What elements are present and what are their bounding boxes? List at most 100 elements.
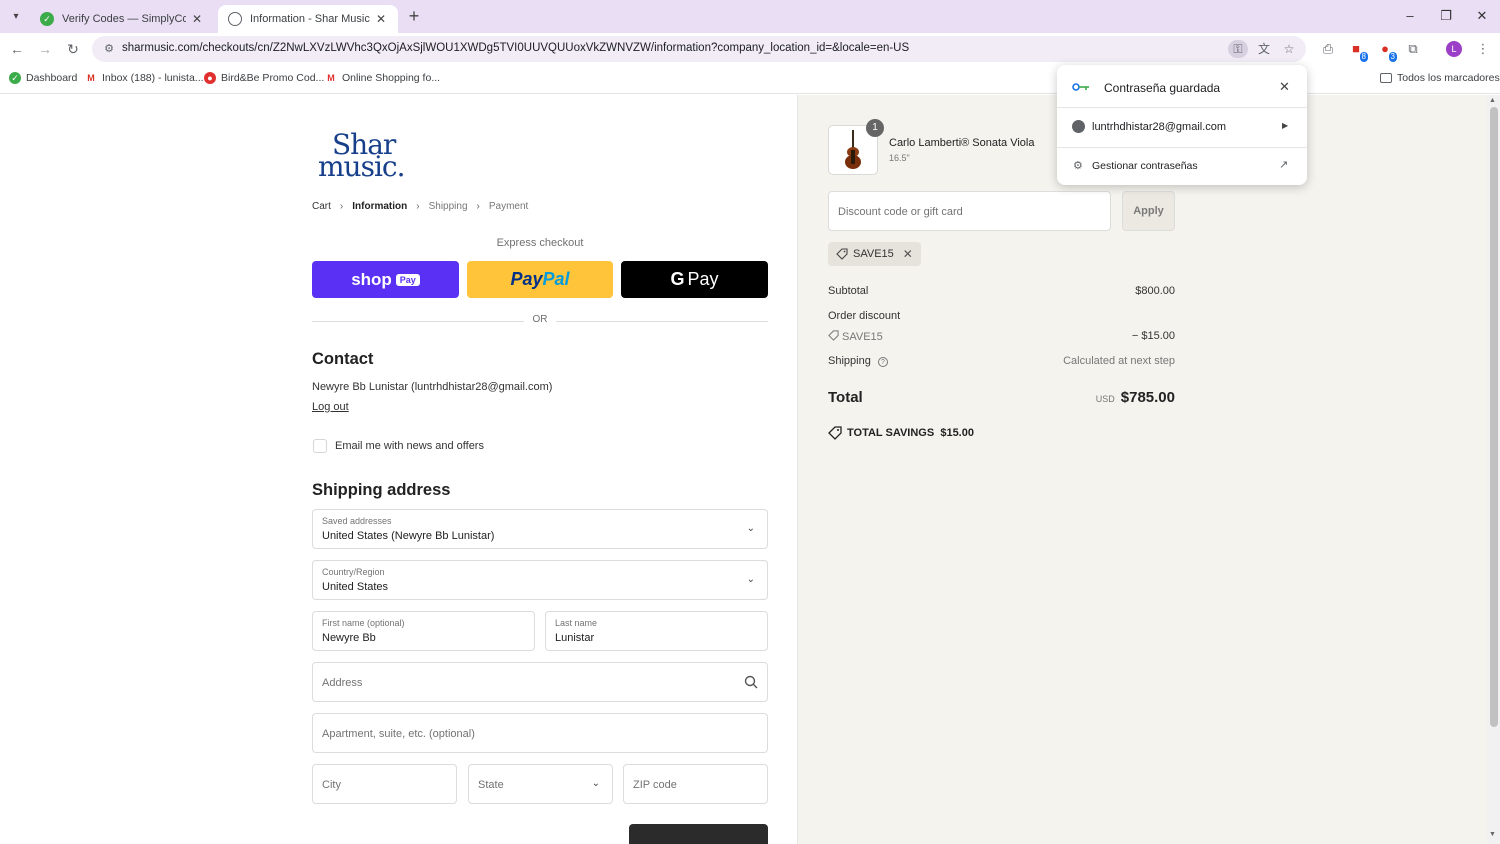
tab-strip: ▾ ✓ Verify Codes — SimplyCodes ✕ Informa… (0, 0, 1500, 33)
browser-toolbar: ← → ↻ ⚙ sharmusic.com/checkouts/cn/Z2NwL… (0, 33, 1500, 65)
last-name-field[interactable]: Last name Lunistar (545, 611, 768, 651)
remove-code-icon[interactable]: ✕ (903, 247, 913, 261)
newsletter-label[interactable]: Email me with news and offers (335, 440, 484, 452)
puzzle-extensions-icon[interactable]: ⧉ (1403, 39, 1423, 59)
external-link-icon[interactable]: ↗ (1279, 158, 1288, 171)
address-bar[interactable]: ⚙ sharmusic.com/checkouts/cn/Z2NwLXVzLWV… (92, 36, 1306, 62)
chevron-right-icon: › (339, 201, 344, 212)
bookmark-birdbe[interactable]: ● Bird&Be Promo Cod... (204, 72, 324, 84)
google-g-icon: G (670, 269, 685, 289)
google-pay-button[interactable]: G Pay (621, 261, 768, 298)
printer-extension-icon[interactable]: ⎙ (1318, 39, 1338, 59)
tab-title: Verify Codes — SimplyCodes (62, 13, 186, 25)
tag-icon (836, 248, 848, 260)
bookmark-label: Bird&Be Promo Cod... (221, 72, 325, 84)
newsletter-checkbox[interactable] (313, 439, 327, 453)
country-select[interactable]: Country/Region United States ⌄ (312, 560, 768, 600)
bookmark-inbox[interactable]: M Inbox (188) - lunista... (85, 72, 204, 84)
password-key-icon[interactable]: ⚿ (1228, 40, 1248, 58)
shipping-label: Shipping (828, 355, 871, 367)
first-name-value: Newyre Bb (322, 632, 376, 644)
back-arrow-icon[interactable]: ← (7, 39, 27, 59)
total-value: $785.00 (1120, 389, 1175, 406)
paypal-pay-text: Pay (510, 269, 543, 289)
product-name: Carlo Lamberti® Sonata Viola (889, 137, 1035, 149)
tab-close-icon[interactable]: ✕ (190, 12, 204, 26)
apartment-placeholder: Apartment, suite, etc. (optional) (322, 728, 475, 740)
tab-verify-codes[interactable]: ✓ Verify Codes — SimplyCodes ✕ (30, 5, 214, 33)
globe-icon (1072, 120, 1085, 133)
breadcrumb-cart[interactable]: Cart (312, 201, 331, 212)
subtotal-value: $800.00 (1135, 285, 1175, 297)
discount-value: − $15.00 (1131, 330, 1175, 342)
scroll-up-arrow-icon[interactable]: ▲ (1489, 97, 1496, 104)
red-extension-icon[interactable]: ■ 8 (1346, 39, 1368, 62)
key-icon (1072, 83, 1089, 91)
address-field[interactable]: Address (312, 662, 768, 702)
total-row: Total USD $785.00 (828, 389, 1175, 406)
bookmark-online-shopping[interactable]: M Online Shopping fo... (325, 72, 440, 84)
restore-icon[interactable]: ❐ (1431, 6, 1461, 26)
first-name-field[interactable]: First name (optional) Newyre Bb (312, 611, 535, 651)
bookmark-star-icon[interactable]: ☆ (1279, 40, 1299, 58)
tag-icon (828, 426, 842, 440)
shop-pay-button[interactable]: shop Pay (312, 261, 459, 298)
city-field[interactable]: City (312, 764, 457, 804)
kebab-menu-icon[interactable]: ⋮ (1473, 39, 1493, 59)
new-tab-plus-icon[interactable]: + (404, 6, 424, 26)
shar-music-logo[interactable]: Shar music. (318, 131, 428, 181)
continue-to-shipping-button[interactable] (629, 824, 768, 844)
tab-search-chevron-icon[interactable]: ▾ (6, 7, 26, 25)
tab-shar-music[interactable]: Information - Shar Music - Che ✕ (218, 5, 398, 33)
translate-icon[interactable]: 文 (1254, 40, 1274, 58)
chevron-right-icon[interactable]: ▶ (1282, 121, 1288, 130)
help-circle-icon[interactable]: ? (877, 357, 888, 367)
checkout-page: Shar music. Cart › Information › Shippin… (0, 95, 1487, 844)
saved-addresses-select[interactable]: Saved addresses United States (Newyre Bb… (312, 509, 768, 549)
search-icon (744, 675, 758, 689)
tab-close-icon[interactable]: ✕ (374, 12, 388, 26)
zip-field[interactable]: ZIP code (623, 764, 768, 804)
chevron-down-icon: ⌄ (591, 778, 600, 789)
or-text: OR (524, 314, 556, 325)
contact-heading: Contact (312, 350, 374, 368)
forward-arrow-icon[interactable]: → (35, 39, 55, 59)
simplycodes-extension-icon[interactable]: ● 3 (1375, 39, 1397, 62)
shop-pay-pill: Pay (395, 273, 420, 286)
country-label: Country/Region (322, 567, 385, 577)
apartment-field[interactable]: Apartment, suite, etc. (optional) (312, 713, 768, 753)
total-savings: TOTAL SAVINGS $15.00 (828, 426, 974, 440)
manage-passwords-link[interactable]: Gestionar contraseñas (1092, 160, 1198, 172)
breadcrumb: Cart › Information › Shipping › Payment (312, 201, 528, 212)
simplycodes-favicon-icon: ✓ (40, 12, 54, 26)
saved-account[interactable]: luntrhdhistar28@gmail.com (1092, 121, 1226, 133)
reload-icon[interactable]: ↻ (63, 39, 83, 59)
chevron-down-icon: ⌄ (746, 523, 755, 534)
discount-code-input[interactable]: Discount code or gift card (828, 191, 1111, 231)
site-info-icon[interactable]: ⚙ (102, 42, 116, 56)
scroll-down-arrow-icon[interactable]: ▼ (1489, 831, 1496, 838)
savings-value: $15.00 (940, 427, 974, 439)
popup-close-icon[interactable]: ✕ (1279, 79, 1290, 95)
address-placeholder: Address (322, 677, 363, 689)
chevron-right-icon: › (476, 201, 480, 212)
minimize-icon[interactable]: – (1395, 6, 1425, 26)
extension-badge: 3 (1388, 52, 1397, 62)
close-window-icon[interactable]: ✕ (1467, 6, 1497, 26)
logout-link[interactable]: Log out (312, 401, 349, 413)
zip-placeholder: ZIP code (633, 779, 677, 791)
saved-password-popup: Contraseña guardada ✕ luntrhdhistar28@gm… (1057, 65, 1307, 185)
bookmark-dashboard[interactable]: ✓ Dashboard (9, 72, 77, 84)
all-bookmarks[interactable]: Todos los marcadores (1380, 72, 1500, 84)
scrollbar-thumb[interactable] (1490, 107, 1498, 727)
last-name-label: Last name (555, 618, 598, 628)
state-select[interactable]: State ⌄ (468, 764, 613, 804)
order-discount-label: Order discount (828, 310, 901, 322)
profile-avatar[interactable]: L (1446, 41, 1462, 57)
page-scrollbar[interactable]: ▲ ▼ (1487, 95, 1500, 844)
paypal-button[interactable]: Pay Pal (467, 261, 613, 298)
apply-discount-button[interactable]: Apply (1122, 191, 1175, 231)
last-name-value: Lunistar (555, 632, 595, 644)
discount-placeholder: Discount code or gift card (838, 206, 963, 218)
discount-code-row: SAVE15 − $15.00 (828, 330, 1175, 343)
